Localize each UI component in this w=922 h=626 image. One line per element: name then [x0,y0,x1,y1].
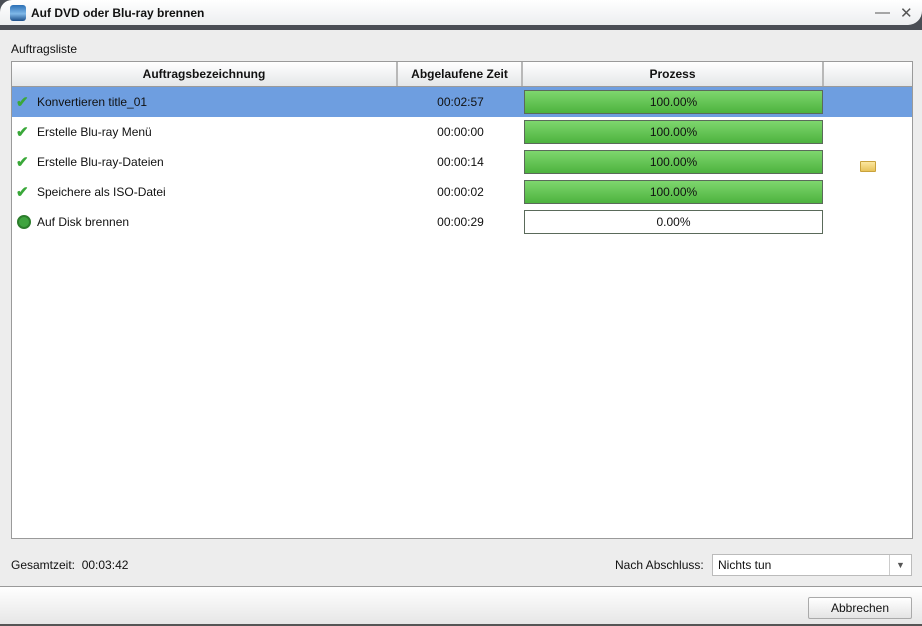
task-table: Auftragsbezeichnung Abgelaufene Zeit Pro… [11,61,913,539]
progress-text: 100.00% [649,125,698,139]
progress-text: 100.00% [649,155,698,169]
elapsed-time: 00:00:29 [437,215,484,229]
progress-bar: 100.00% [524,90,823,114]
elapsed-time: 00:00:00 [437,125,484,139]
task-name: Speichere als ISO-Datei [37,185,166,199]
elapsed-time: 00:00:14 [437,155,484,169]
total-time-label: Gesamtzeit: [11,558,76,572]
task-list-label: Auftragsliste [11,42,78,56]
check-icon: ✔ [16,184,29,201]
refresh-icon [17,215,31,229]
task-name: Erstelle Blu-ray Menü [37,125,152,139]
cancel-button[interactable]: Abbrechen [808,597,912,619]
window-title: Auf DVD oder Blu-ray brennen [31,5,205,20]
close-button[interactable]: ✕ [900,4,913,22]
elapsed-time: 00:00:02 [437,185,484,199]
title-bar: Auf DVD oder Blu-ray brennen — ✕ [0,0,922,30]
footer-bar: Abbrechen [0,586,922,626]
check-icon: ✔ [16,124,29,141]
column-header-progress[interactable]: Prozess [523,62,824,86]
elapsed-time: 00:02:57 [437,95,484,109]
total-time: Gesamtzeit: 00:03:42 [11,558,128,572]
table-header: Auftragsbezeichnung Abgelaufene Zeit Pro… [12,62,912,87]
after-completion-label: Nach Abschluss: [615,558,704,572]
total-time-value: 00:03:42 [81,558,129,572]
column-header-extra[interactable] [824,62,912,86]
chevron-down-icon[interactable]: ▼ [889,555,911,575]
after-completion-select[interactable]: Nichts tun ▼ [712,554,912,576]
progress-bar: 100.00% [524,120,823,144]
table-row[interactable]: ✔ Erstelle Blu-ray Menü 00:00:00 100.00% [12,117,912,147]
task-name: Auf Disk brennen [37,215,130,229]
after-completion-value: Nichts tun [718,558,772,572]
progress-text: 100.00% [649,95,698,109]
minimize-button[interactable]: — [875,4,890,21]
app-icon [10,4,26,21]
progress-text: 0.00% [656,215,691,229]
progress-bar: 0.00% [524,210,823,234]
table-row[interactable]: ✔ Speichere als ISO-Datei 00:00:02 100.00% [12,177,912,207]
column-header-time[interactable]: Abgelaufene Zeit [398,62,523,86]
table-row[interactable]: ✔ Erstelle Blu-ray-Dateien 00:00:14 100.00% [12,147,912,177]
progress-text: 100.00% [649,185,698,199]
table-row[interactable]: ✔ Konvertieren title_01 00:02:57 100.00% [12,87,912,117]
folder-icon[interactable] [860,160,876,172]
task-name: Konvertieren title_01 [37,95,148,109]
progress-bar: 100.00% [524,180,823,204]
check-icon: ✔ [16,94,29,111]
task-name: Erstelle Blu-ray-Dateien [37,155,164,169]
check-icon: ✔ [16,154,29,171]
progress-bar: 100.00% [524,150,823,174]
column-header-name[interactable]: Auftragsbezeichnung [12,62,398,86]
table-row[interactable]: Auf Disk brennen 00:00:29 0.00% [12,207,912,237]
